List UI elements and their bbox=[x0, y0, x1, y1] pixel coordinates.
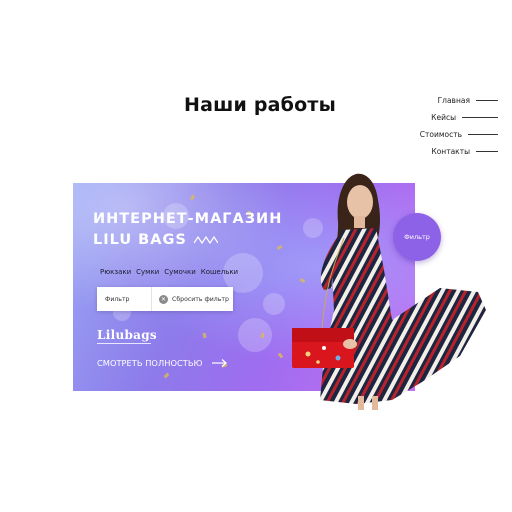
page-title: Наши работы bbox=[184, 94, 336, 116]
close-icon: ✕ bbox=[159, 294, 168, 304]
filter-round-button[interactable]: Фильтр bbox=[393, 213, 441, 261]
divider bbox=[97, 343, 151, 344]
confetti bbox=[163, 372, 170, 379]
nav-item-label: Кейсы bbox=[431, 113, 456, 122]
model-photo bbox=[292, 173, 486, 410]
nav-item-label: Контакты bbox=[431, 147, 470, 156]
reset-filter-button[interactable]: ✕ Сбросить фильтр bbox=[152, 294, 229, 304]
confetti bbox=[202, 332, 207, 339]
view-full-label: СМОТРЕТЬ ПОЛНОСТЬЮ bbox=[97, 358, 203, 368]
reset-filter-label: Сбросить фильтр bbox=[172, 295, 229, 303]
view-full-link[interactable]: СМОТРЕТЬ ПОЛНОСТЬЮ bbox=[97, 358, 228, 368]
nav-item-label: Главная bbox=[437, 96, 470, 105]
category-list: Рюкзаки Сумки Сумочки Кошельки bbox=[100, 268, 238, 276]
category-handbags[interactable]: Сумочки bbox=[164, 268, 196, 276]
zigzag-icon bbox=[194, 236, 218, 244]
nav-underline bbox=[462, 117, 498, 118]
banner-heading: ИНТЕРНЕТ-МАГАЗИН bbox=[93, 211, 283, 227]
nav-item-home[interactable]: Главная bbox=[388, 92, 498, 109]
banner-heading-brand: LILU BAGS bbox=[93, 232, 187, 248]
nav-item-label: Стоимость bbox=[419, 130, 462, 139]
nav-item-contacts[interactable]: Контакты bbox=[388, 143, 498, 160]
filter-button[interactable]: Фильтр bbox=[97, 296, 151, 303]
category-bags[interactable]: Сумки bbox=[136, 268, 159, 276]
category-backpacks[interactable]: Рюкзаки bbox=[100, 268, 131, 276]
nav-item-cases[interactable]: Кейсы bbox=[388, 109, 498, 126]
brand-logo: Lilubags bbox=[97, 328, 157, 342]
top-nav: Главная Кейсы Стоимость Контакты bbox=[388, 92, 498, 160]
arrow-right-icon bbox=[212, 359, 228, 367]
nav-underline bbox=[476, 151, 498, 152]
nav-underline bbox=[468, 134, 498, 135]
bokeh-light bbox=[238, 318, 272, 352]
nav-item-price[interactable]: Стоимость bbox=[388, 126, 498, 143]
nav-underline bbox=[476, 100, 498, 101]
confetti bbox=[189, 194, 196, 201]
category-wallets[interactable]: Кошельки bbox=[201, 268, 238, 276]
filter-bar: Фильтр ✕ Сбросить фильтр bbox=[97, 287, 233, 311]
